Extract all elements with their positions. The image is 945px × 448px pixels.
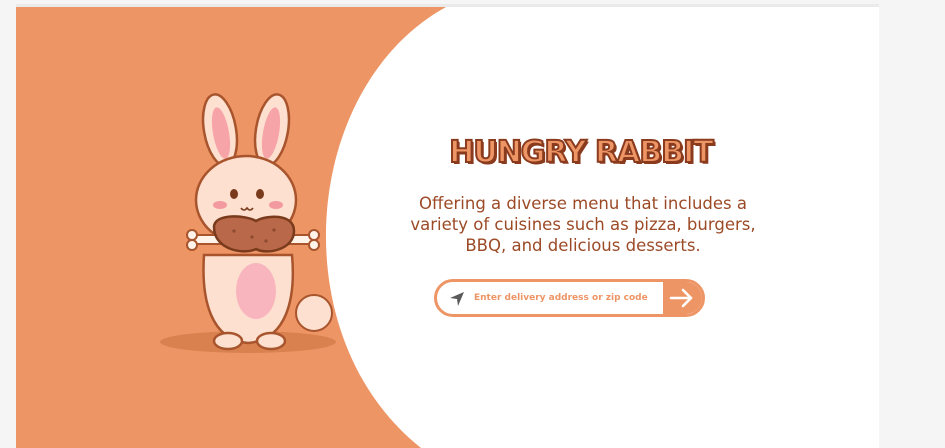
rabbit-illustration (160, 93, 336, 353)
hero-tagline: Offering a diverse menu that includes a … (410, 194, 756, 255)
brand-title: HUNGRY RABBIT (448, 134, 715, 171)
address-search-bar (434, 279, 705, 317)
page-gutter (879, 0, 945, 448)
arrow-right-icon (669, 288, 693, 308)
search-submit-button[interactable] (663, 282, 702, 314)
hero-section: HUNGRY RABBIT Offering a diverse menu th… (16, 7, 879, 448)
address-input[interactable] (474, 282, 664, 314)
navigation-arrow-icon (450, 292, 464, 306)
